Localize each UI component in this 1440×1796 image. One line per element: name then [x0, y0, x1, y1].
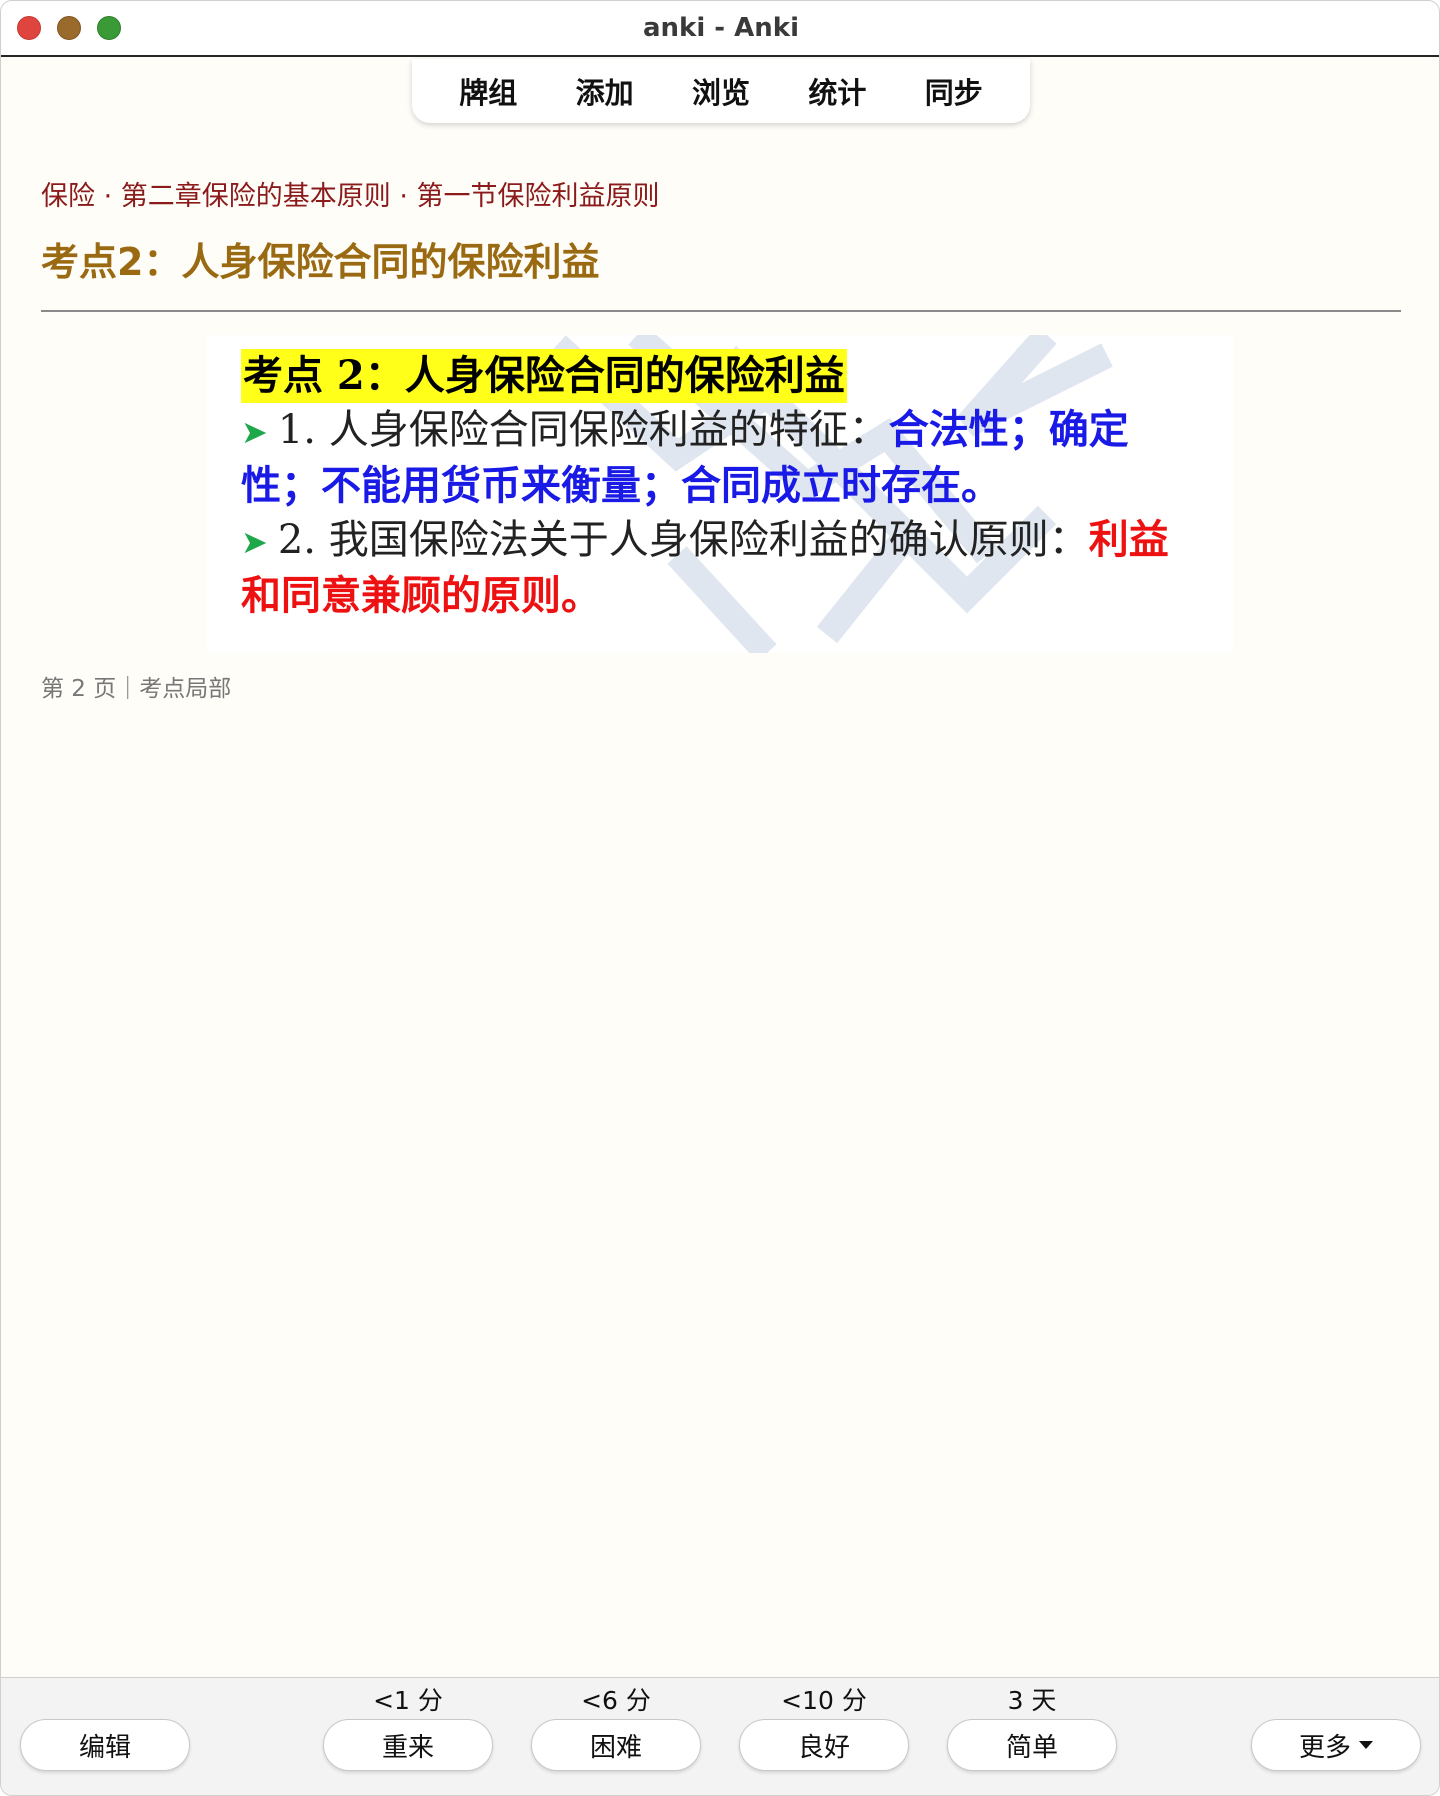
easy-button[interactable]: 简单	[947, 1719, 1117, 1771]
slide-image: 考点 2：人身保险合同的保险利益 ➤ 1. 人身保险合同保险利益的特征：合法性；确…	[207, 335, 1233, 653]
card-divider	[41, 310, 1401, 312]
arrow-bullet-icon: ➤	[241, 523, 268, 561]
slide-line1-prefix: 1. 人身保险合同保险利益的特征：	[277, 407, 889, 453]
good-button[interactable]: 良好	[739, 1719, 909, 1771]
edit-button[interactable]: 编辑	[20, 1719, 190, 1771]
toolbar-decks[interactable]: 牌组	[459, 70, 517, 112]
more-button[interactable]: 更多	[1251, 1719, 1421, 1771]
window-title: anki - Anki	[643, 13, 799, 43]
again-button[interactable]: 重来	[323, 1719, 493, 1771]
toolbar-sync[interactable]: 同步	[925, 70, 983, 112]
slide-line2-prefix: 2. 我国保险法关于人身保险利益的确认原则：	[277, 517, 1089, 563]
more-button-label: 更多	[1298, 1732, 1351, 1763]
slide-heading: 考点 2：人身保险合同的保险利益	[241, 349, 847, 403]
toolbar-browse[interactable]: 浏览	[692, 70, 750, 112]
caret-down-icon	[1359, 1741, 1373, 1749]
main-toolbar: 牌组 添加 浏览 统计 同步	[412, 59, 1030, 123]
answer-bar	[1, 1677, 1439, 1795]
slide-text: 考点 2：人身保险合同的保险利益 ➤ 1. 人身保险合同保险利益的特征：合法性；确…	[241, 349, 1206, 623]
good-interval: <10 分	[781, 1686, 867, 1715]
card-title: 考点2：人身保险合同的保险利益	[41, 240, 600, 284]
hard-interval: <6 分	[581, 1686, 651, 1715]
toolbar-add[interactable]: 添加	[576, 70, 634, 112]
toolbar-stats[interactable]: 统计	[808, 70, 866, 112]
anki-window: anki - Anki 牌组 添加 浏览 统计 同步 保险 · 第二章保险的基本…	[0, 0, 1440, 1796]
title-bar: anki - Anki	[1, 1, 1439, 57]
card-breadcrumb: 保险 · 第二章保险的基本原则 · 第一节保险利益原则	[41, 181, 660, 212]
again-interval: <1 分	[373, 1686, 443, 1715]
card-footer-note: 第 2 页｜考点局部	[41, 676, 232, 702]
arrow-bullet-icon: ➤	[241, 413, 268, 451]
easy-interval: 3 天	[1007, 1686, 1057, 1715]
hard-button[interactable]: 困难	[531, 1719, 701, 1771]
